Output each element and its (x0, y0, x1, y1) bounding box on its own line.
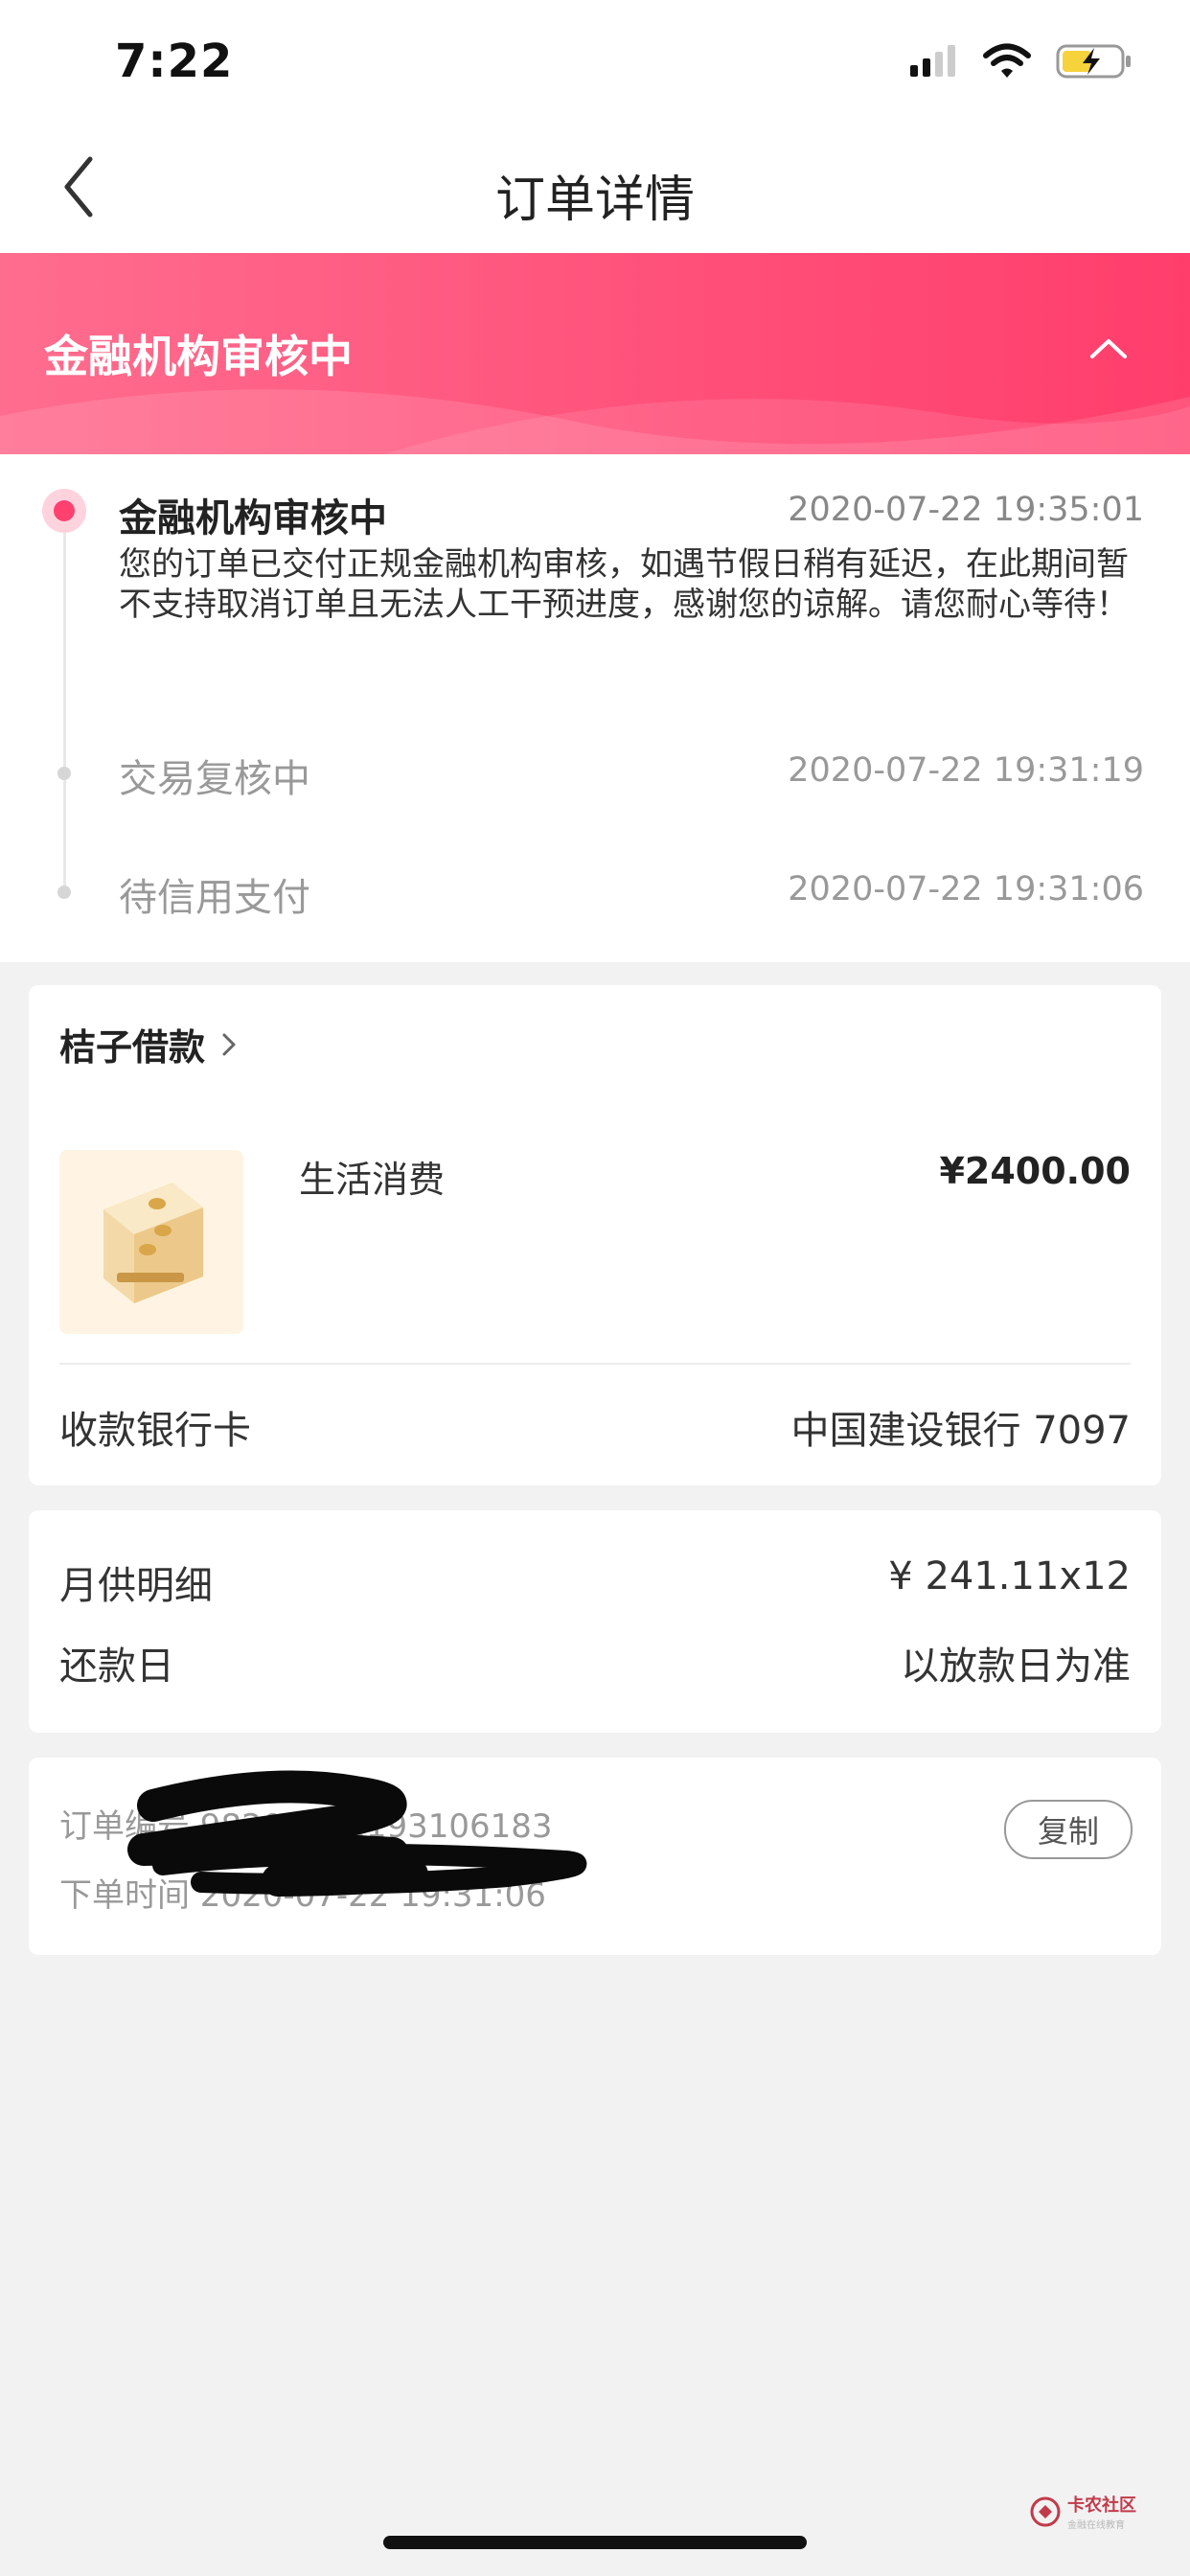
order-timeline: 金融机构审核中 2020-07-22 19:35:01 您的订单已交付正规金融机… (0, 454, 1190, 962)
watermark-name: 卡农社区 (1067, 2496, 1136, 2516)
status-banner: 金融机构审核中 (0, 253, 1190, 454)
timeline-title: 金融机构审核中 (119, 496, 387, 540)
watermark-text: 卡农社区 金融在线教育 (1067, 2492, 1136, 2531)
monthly-payment-value: ¥ 241.11x12 (888, 1554, 1131, 1598)
copy-button[interactable]: 复制 (1004, 1800, 1133, 1859)
home-indicator[interactable] (383, 2536, 807, 2549)
repayment-day-value: 以放款日为准 (901, 1644, 1131, 1689)
timeline-time: 2020-07-22 19:31:06 (788, 870, 1144, 908)
timeline-title: 待信用支付 (119, 876, 310, 920)
timeline-dot (57, 767, 71, 780)
watermark-slogan: 金融在线教育 (1067, 2520, 1125, 2531)
loan-amount: ¥2400.00 (939, 1150, 1131, 1192)
nav-bar: 订单详情 (0, 125, 1190, 253)
cellular-signal-icon (910, 45, 955, 77)
banner-title: 金融机构审核中 (44, 331, 353, 382)
collapse-button[interactable] (1075, 314, 1142, 381)
timeline-description: 您的订单已交付正规金融机构审核，如遇节假日稍有延迟，在此期间暂不支持取消订单且无… (119, 545, 1129, 624)
status-time: 7:22 (115, 34, 234, 88)
repayment-card: 月供明细 ¥ 241.11x12 还款日 以放款日为准 (29, 1510, 1161, 1733)
order-meta-card: 订单编号 98200722193106183 下单时间 2020-07-22 1… (29, 1758, 1161, 1955)
timeline-time: 2020-07-22 19:35:01 (788, 491, 1144, 529)
timeline-time: 2020-07-22 19:31:19 (788, 751, 1144, 790)
timeline-title: 交易复核中 (119, 757, 310, 801)
product-name: 生活消费 (299, 1159, 446, 1201)
order-card: 桔子借款 生活消费 ¥2400.00 收款银行卡 中国建设银行 7097 (29, 985, 1161, 1485)
lender-link[interactable]: 桔子借款 (59, 1018, 240, 1070)
wifi-icon (983, 43, 1031, 78)
repayment-day-label: 还款日 (59, 1644, 174, 1689)
timeline-line (63, 512, 66, 891)
status-icons (908, 42, 1133, 80)
watermark: 卡农社区 金融在线教育 (1029, 2492, 1136, 2531)
battery-charging-icon (1056, 44, 1131, 79)
monthly-payment-label: 月供明细 (59, 1564, 213, 1608)
timeline-active-dot (42, 489, 86, 533)
timeline-dot (57, 886, 71, 899)
divider (59, 1363, 1131, 1365)
lender-name: 桔子借款 (59, 1026, 206, 1069)
watermark-logo-icon (1030, 2496, 1061, 2526)
bank-card-label: 收款银行卡 (59, 1409, 251, 1453)
coin-box-icon (103, 1183, 203, 1303)
bank-card-value: 中国建设银行 7097 (790, 1409, 1131, 1453)
status-bar: 7:22 (0, 0, 1190, 125)
product-image (59, 1150, 243, 1334)
redaction-scribble (127, 1770, 587, 1897)
page-title: 订单详情 (494, 172, 695, 229)
chevron-right-icon (222, 1033, 236, 1055)
chevron-up-icon (1090, 339, 1127, 358)
